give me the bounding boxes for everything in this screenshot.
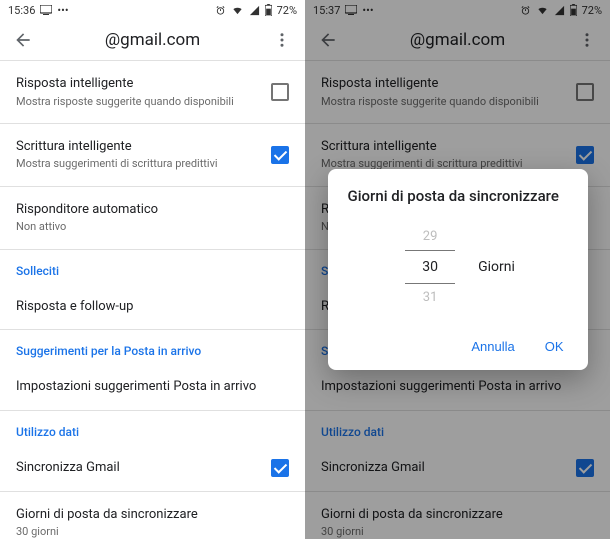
alarm-icon: [215, 5, 226, 16]
picker-unit: Giorni: [478, 259, 515, 275]
settings-list: Risposta intelligente Mostra risposte su…: [0, 61, 305, 539]
section-inbox-tips: Suggerimenti per la Posta in arrivo: [0, 330, 305, 364]
screen-left: 15:36 ••• 72% @gmail.com: [0, 0, 305, 539]
more-icon: •••: [57, 4, 68, 17]
dialog-title: Giorni di posta da sincronizzare: [348, 187, 568, 205]
checkbox-smart-reply[interactable]: [271, 83, 289, 101]
row-sync-days[interactable]: Giorni di posta da sincronizzare 30 gior…: [0, 492, 305, 539]
picker-next[interactable]: 31: [423, 284, 438, 311]
status-bar: 15:36 ••• 72%: [0, 0, 305, 20]
row-title: Impostazioni suggerimenti Posta in arriv…: [16, 378, 289, 396]
row-title: Giorni di posta da sincronizzare: [16, 506, 289, 524]
screen-right: 15:37 ••• 72% @gmail.com: [305, 0, 610, 539]
row-sync-gmail[interactable]: Sincronizza Gmail: [0, 445, 305, 491]
sync-days-dialog: Giorni di posta da sincronizzare 29 30 3…: [328, 169, 588, 370]
row-smart-reply[interactable]: Risposta intelligente Mostra risposte su…: [0, 61, 305, 123]
cancel-button[interactable]: Annulla: [467, 333, 518, 360]
row-smart-compose[interactable]: Scrittura intelligente Mostra suggerimen…: [0, 124, 305, 186]
row-title: Risposta intelligente: [16, 75, 271, 93]
checkbox-smart-compose[interactable]: [271, 146, 289, 164]
ok-button[interactable]: OK: [541, 333, 568, 360]
row-title: Risposta e follow-up: [16, 298, 289, 316]
row-inbox-tips[interactable]: Impostazioni suggerimenti Posta in arriv…: [0, 364, 305, 410]
battery-icon: [265, 4, 272, 16]
checkbox-sync-gmail[interactable]: [271, 459, 289, 477]
overflow-menu-button[interactable]: [269, 31, 295, 49]
page-title: @gmail.com: [36, 30, 269, 50]
signal-icon: [249, 5, 260, 16]
row-subtitle: 30 giorni: [16, 525, 289, 539]
status-battery-pct: 72%: [277, 4, 297, 17]
row-subtitle: Mostra suggerimenti di scrittura preditt…: [16, 157, 271, 171]
picker-prev[interactable]: 29: [423, 223, 438, 250]
back-button[interactable]: [10, 30, 36, 50]
row-reply-followup[interactable]: Risposta e follow-up: [0, 284, 305, 330]
picker-selected[interactable]: 30: [405, 250, 455, 284]
row-subtitle: Non attivo: [16, 220, 289, 234]
app-bar: @gmail.com: [0, 20, 305, 60]
screenshare-icon: [40, 5, 52, 15]
row-title: Risponditore automatico: [16, 201, 289, 219]
number-picker[interactable]: 29 30 31 Giorni: [348, 223, 568, 311]
status-time: 15:36: [8, 4, 35, 17]
row-title: Sincronizza Gmail: [16, 459, 271, 477]
dialog-scrim[interactable]: Giorni di posta da sincronizzare 29 30 3…: [305, 0, 610, 539]
section-data-usage: Utilizzo dati: [0, 411, 305, 445]
wifi-icon: [231, 5, 244, 16]
row-subtitle: Mostra risposte suggerite quando disponi…: [16, 95, 271, 109]
row-autoresponder[interactable]: Risponditore automatico Non attivo: [0, 187, 305, 249]
section-nudges: Solleciti: [0, 250, 305, 284]
row-title: Scrittura intelligente: [16, 138, 271, 156]
